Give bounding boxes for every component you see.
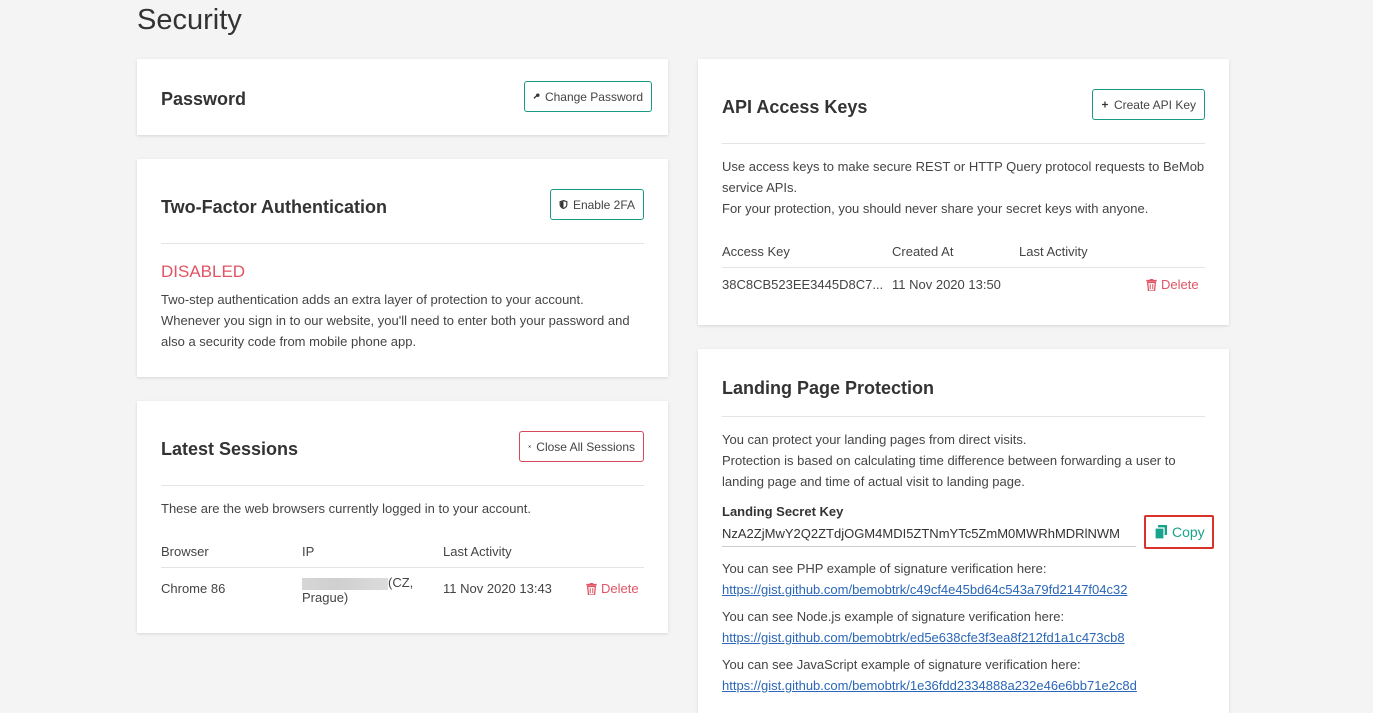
twofa-title: Two-Factor Authentication (161, 197, 387, 217)
col-browser: Browser (161, 544, 209, 559)
col-ip: IP (302, 544, 315, 559)
close-all-sessions-label: Close All Sessions (536, 439, 635, 454)
node-example-text: You can see Node.js example of signature… (722, 609, 1065, 624)
api-table-divider (722, 267, 1205, 268)
trash-icon (1146, 278, 1157, 291)
api-divider (722, 143, 1205, 144)
key-icon (533, 93, 540, 99)
close-all-sessions-button[interactable]: Close All Sessions (519, 431, 644, 462)
php-example-link[interactable]: https://gist.github.com/bemobtrk/c49cf4e… (722, 582, 1127, 597)
col-created-at: Created At (892, 244, 954, 259)
session-ip-city: Prague) (302, 590, 349, 605)
api-desc-line1: Use access keys to make secure REST or H… (722, 159, 1205, 174)
api-desc-line2: service APIs. (722, 180, 798, 195)
create-api-key-button[interactable]: Create API Key (1092, 89, 1205, 120)
api-key-value: 38C8CB523EE3445D8C7... (722, 277, 884, 292)
api-keys-card: API Access Keys Create API Key Use acces… (698, 59, 1229, 325)
sessions-table-divider (161, 567, 644, 568)
copy-icon (1155, 525, 1167, 539)
plus-icon (1101, 101, 1108, 108)
landing-protection-card: Landing Page Protection You can protect … (698, 349, 1229, 713)
enable-2fa-button[interactable]: Enable 2FA (550, 189, 644, 220)
col-access-key: Access Key (722, 244, 790, 259)
sessions-title: Latest Sessions (161, 439, 299, 459)
landing-title: Landing Page Protection (722, 378, 935, 398)
page-title: Security (137, 4, 242, 36)
sessions-divider (161, 485, 644, 486)
api-desc-line3: For your protection, you should never sh… (722, 201, 1149, 216)
api-title: API Access Keys (722, 97, 868, 117)
col-last-activity: Last Activity (443, 544, 512, 559)
session-ip-country: (CZ, (388, 575, 414, 590)
landing-key-label: Landing Secret Key (722, 504, 844, 519)
node-example-link[interactable]: https://gist.github.com/bemobtrk/ed5e638… (722, 630, 1125, 645)
api-key-created: 11 Nov 2020 13:50 (892, 277, 1001, 292)
change-password-label: Change Password (544, 89, 643, 104)
landing-desc-line2: Protection is based on calculating time … (722, 453, 1176, 468)
landing-divider (722, 416, 1205, 417)
session-delete-button[interactable]: Delete (586, 581, 639, 596)
landing-desc-line3: landing page and time of actual visit to… (722, 474, 1025, 489)
col-api-last-activity: Last Activity (1019, 244, 1088, 259)
ip-redacted (302, 577, 388, 590)
js-example-link[interactable]: https://gist.github.com/bemobtrk/1e36fdd… (722, 678, 1137, 693)
session-last-activity: 11 Nov 2020 13:43 (443, 581, 552, 596)
sessions-desc: These are the web browsers currently log… (161, 501, 531, 516)
trash-icon (586, 582, 597, 595)
php-example-text: You can see PHP example of signature ver… (722, 561, 1047, 576)
twofa-status: DISABLED (161, 262, 246, 281)
twofa-desc-line1: Two-step authentication adds an extra la… (161, 292, 584, 307)
session-browser: Chrome 86 (161, 581, 226, 596)
password-card: Password Change Password (137, 59, 668, 135)
twofa-card: Two-Factor Authentication Enable 2FA DIS… (137, 159, 668, 377)
create-api-key-label: Create API Key (1113, 97, 1196, 112)
copy-label: Copy (1172, 524, 1205, 540)
copy-button[interactable]: Copy (1144, 515, 1214, 549)
twofa-desc-line2: Whenever you sign in to our website, you… (161, 313, 630, 328)
api-key-delete-button[interactable]: Delete (1146, 277, 1199, 292)
twofa-desc-line3: also a security code from mobile phone a… (161, 334, 417, 349)
shield-icon (559, 199, 568, 210)
api-key-delete-label: Delete (1161, 277, 1199, 292)
session-ip: (CZ, Prague) (302, 575, 422, 605)
landing-secret-key-field[interactable]: NzA2ZjMwY2Q2ZTdjOGM4MDI5ZTNmYTc5ZmM0MWRh… (722, 525, 1136, 547)
enable-2fa-label: Enable 2FA (572, 197, 635, 212)
landing-desc-line1: You can protect your landing pages from … (722, 432, 1027, 447)
change-password-button[interactable]: Change Password (524, 81, 652, 112)
sessions-card: Latest Sessions Close All Sessions These… (137, 401, 668, 633)
password-title: Password (161, 89, 247, 109)
close-icon (528, 445, 531, 448)
js-example-text: You can see JavaScript example of signat… (722, 657, 1081, 672)
twofa-divider (161, 243, 644, 244)
session-delete-label: Delete (601, 581, 639, 596)
